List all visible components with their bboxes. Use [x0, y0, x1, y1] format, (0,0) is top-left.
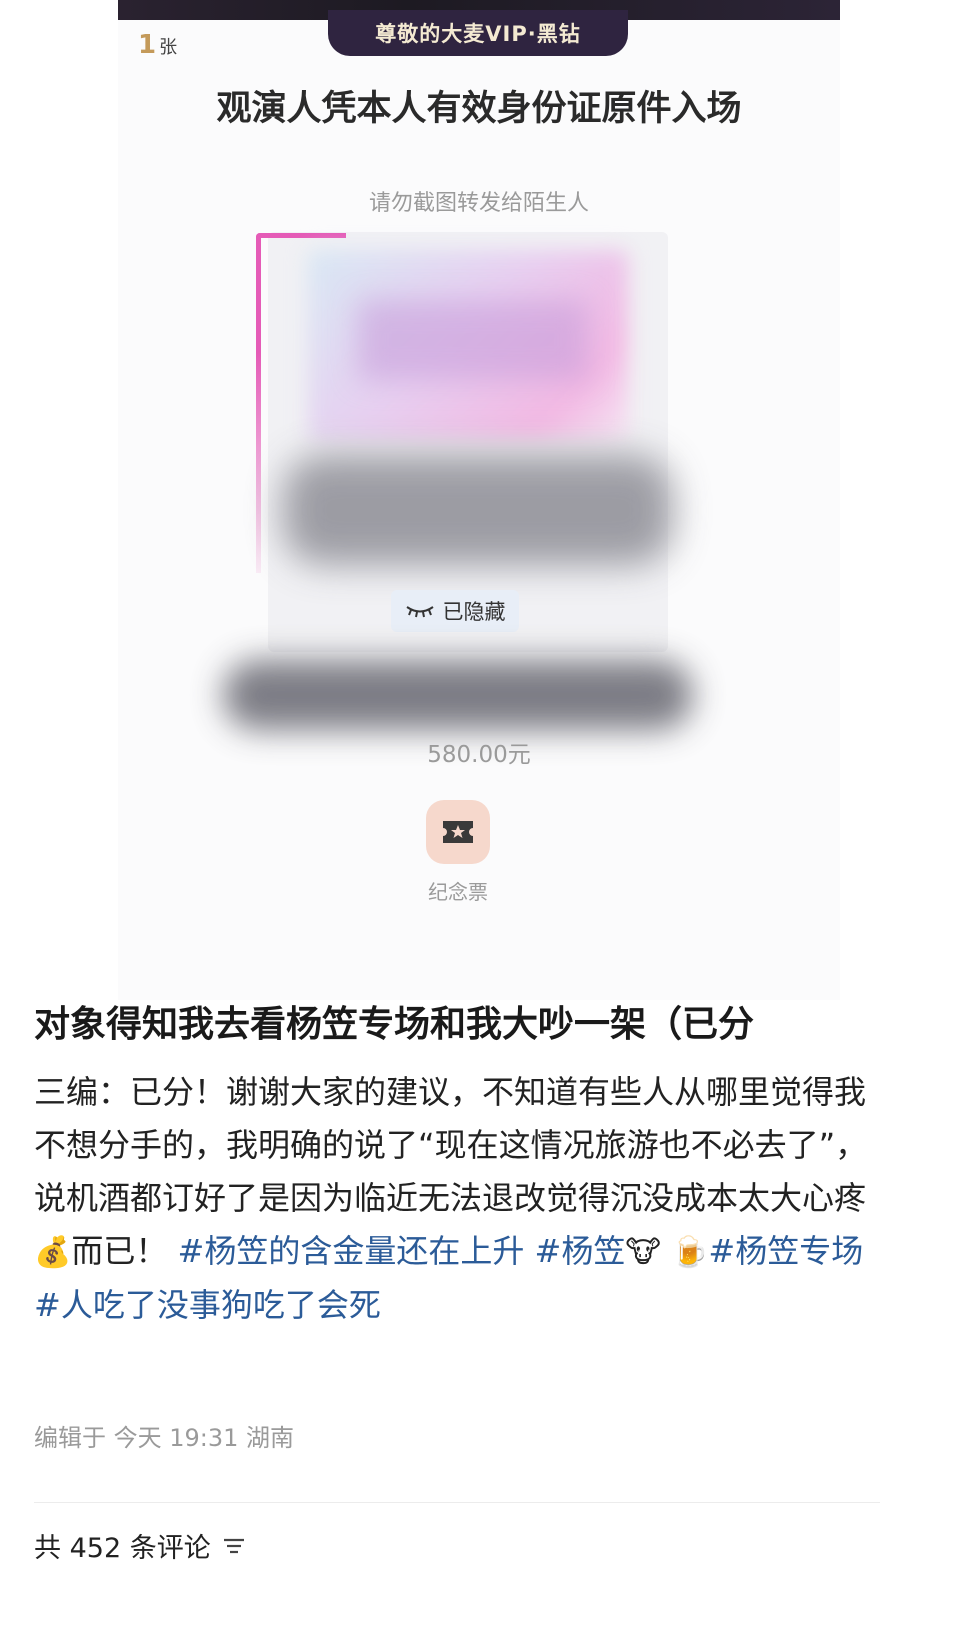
closed-eye-icon	[405, 606, 434, 618]
ticket-screenshot: 尊敬的大麦VIP·黑钻 1 张 观演人凭本人有效身份证原件入场 请勿截图转发给陌…	[118, 0, 840, 1000]
ticket-quantity: 1 张	[138, 30, 177, 60]
money-bag-emoji: 💰	[34, 1235, 72, 1270]
qr-frame-edge	[256, 353, 261, 573]
souvenir-label: 纪念票	[428, 880, 488, 904]
divider	[34, 1502, 880, 1503]
hidden-label: 已隐藏	[442, 600, 506, 624]
ticket-quantity-unit: 张	[159, 37, 178, 58]
post-title: 对象得知我去看杨笠专场和我大吵一架（已分	[34, 1004, 755, 1045]
ticket-price: 580.00元	[427, 742, 531, 768]
blurred-ticket-info	[283, 455, 673, 565]
ticket-star-icon	[443, 821, 473, 843]
entry-notice-subtitle: 请勿截图转发给陌生人	[368, 191, 589, 216]
hashtag-link[interactable]: #杨笠专场	[708, 1232, 863, 1270]
hashtag-link[interactable]: #杨笠	[535, 1232, 626, 1270]
beer-emoji: 🍺	[671, 1235, 709, 1270]
comments-header[interactable]: 共 452 条评论	[34, 1526, 247, 1565]
hidden-toggle-button[interactable]: 已隐藏	[391, 590, 519, 632]
blurred-seat-info	[223, 660, 693, 730]
hashtag-link[interactable]: #杨笠的含金量还在上升	[178, 1232, 525, 1270]
comment-count: 共 452 条评论	[34, 1533, 211, 1564]
cow-emoji: 🐮	[625, 1235, 661, 1270]
hashtag-link[interactable]: #人吃了没事狗吃了会死	[34, 1286, 381, 1324]
entry-notice-title: 观演人凭本人有效身份证原件入场	[216, 89, 742, 129]
post-body-text: 三编：已分！谢谢大家的建议，不知道有些人从哪里觉得我不想分手的，我明确的说了“现…	[34, 1073, 868, 1217]
post-body: 三编：已分！谢谢大家的建议，不知道有些人从哪里觉得我不想分手的，我明确的说了“现…	[34, 1066, 894, 1332]
edit-meta: 编辑于 今天 19:31 湖南	[34, 1424, 295, 1452]
souvenir-ticket-button[interactable]	[426, 800, 490, 864]
blurred-qr-detail	[358, 300, 588, 380]
post-body-text-end: 而已！	[71, 1232, 168, 1270]
ticket-quantity-number: 1	[138, 30, 157, 60]
sort-lines-icon[interactable]	[221, 1535, 247, 1557]
vip-badge: 尊敬的大麦VIP·黑钻	[328, 10, 628, 56]
